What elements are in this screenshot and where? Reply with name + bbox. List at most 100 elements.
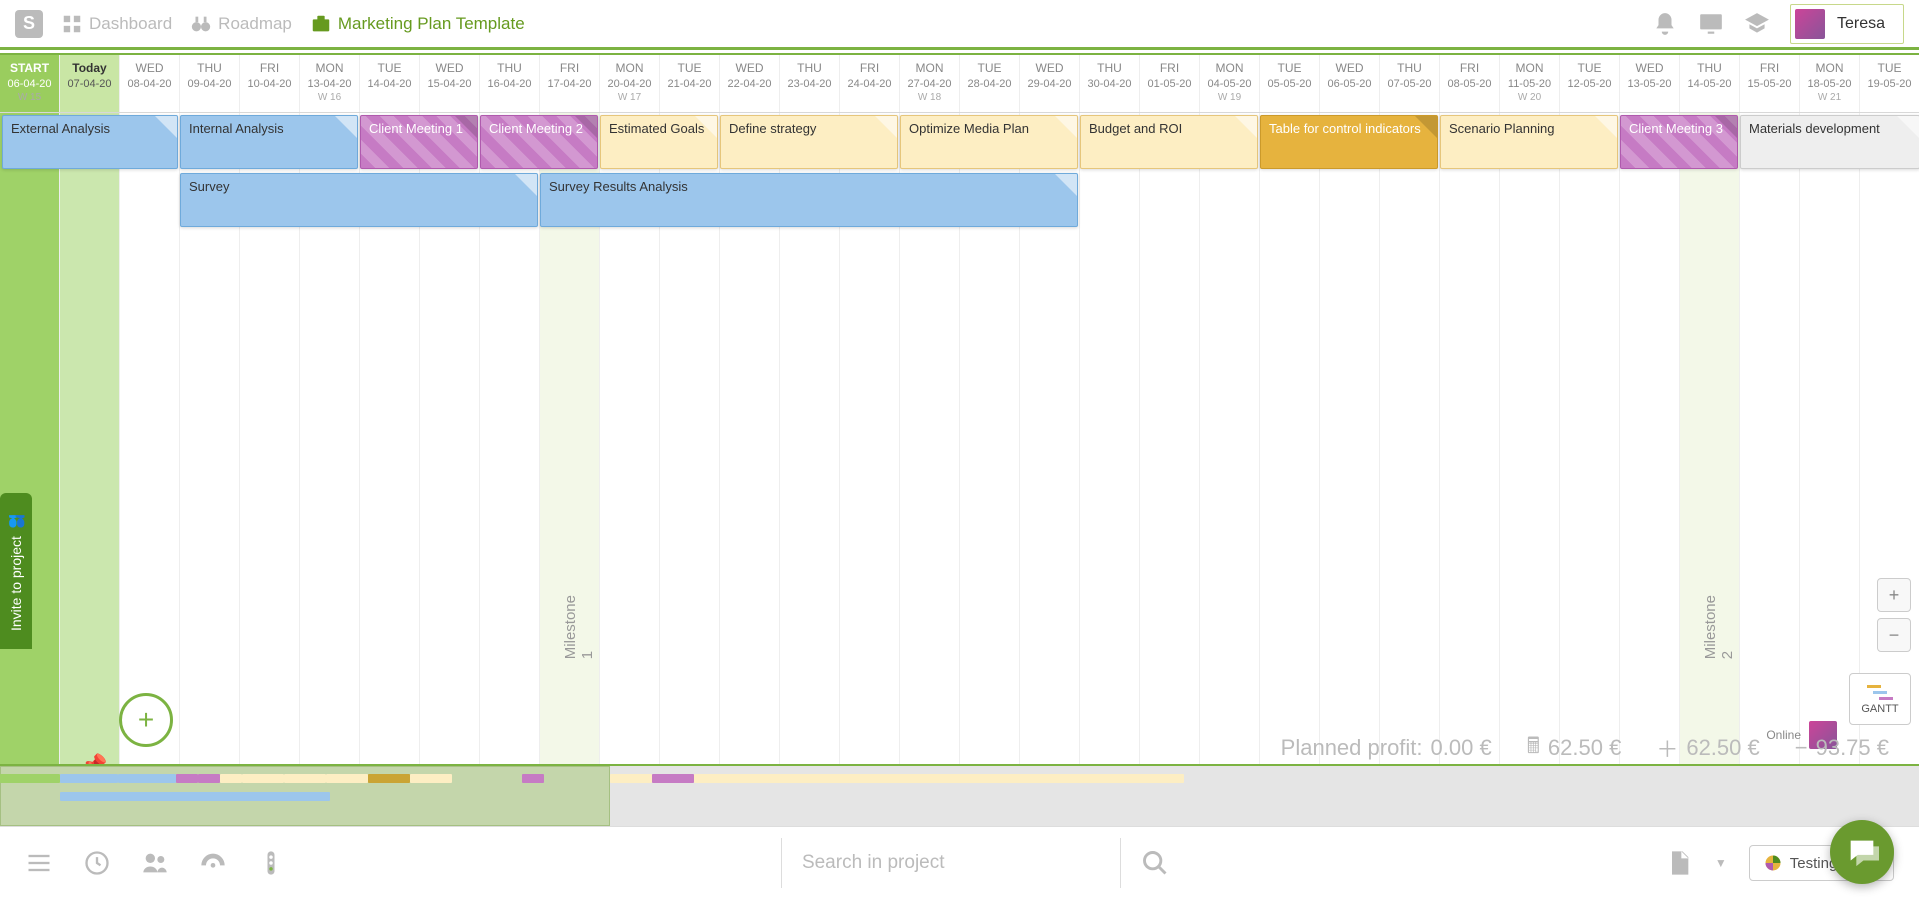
date-column-head[interactable]: Today07-04-20 xyxy=(60,55,120,112)
overview-segment xyxy=(694,774,1184,783)
date-column-head[interactable]: FRI01-05-20 xyxy=(1140,55,1200,112)
list-icon[interactable] xyxy=(25,849,53,877)
date-column-head[interactable]: FRI17-04-20 xyxy=(540,55,600,112)
date-column-head[interactable]: WED15-04-20 xyxy=(420,55,480,112)
date-column-body xyxy=(1500,113,1560,766)
chat-button[interactable] xyxy=(1830,820,1894,884)
invite-to-project-button[interactable]: Invite to project 👥 xyxy=(0,493,32,649)
gantt-view-button[interactable]: GANTT xyxy=(1849,673,1911,725)
bell-icon[interactable] xyxy=(1652,11,1678,37)
search-wrap xyxy=(781,838,1169,888)
search-input[interactable] xyxy=(781,838,1121,888)
date-column-head[interactable]: WED13-05-20 xyxy=(1620,55,1680,112)
people-icon[interactable] xyxy=(141,849,169,877)
document-icon[interactable] xyxy=(1665,849,1693,877)
task-bar[interactable]: Budget and ROI xyxy=(1080,115,1258,169)
date-column-head[interactable]: THU09-04-20 xyxy=(180,55,240,112)
date-column-head[interactable]: WED29-04-20 xyxy=(1020,55,1080,112)
plus-icon: ＋ xyxy=(1656,732,1678,764)
date-column-body xyxy=(1560,113,1620,766)
search-icon[interactable] xyxy=(1141,849,1169,877)
calculator-icon: 🖩 xyxy=(1527,729,1540,767)
date-column-body xyxy=(120,113,180,766)
zoom-in-button[interactable]: + xyxy=(1877,578,1911,612)
date-column-head[interactable]: THU30-04-20 xyxy=(1080,55,1140,112)
task-bar[interactable]: Scenario Planning xyxy=(1440,115,1618,169)
date-column-body xyxy=(0,113,60,766)
plus-profit: ＋ 62.50 € xyxy=(1656,732,1759,764)
user-menu[interactable]: Teresa xyxy=(1790,4,1904,44)
traffic-light-icon[interactable] xyxy=(257,849,285,877)
nav-project[interactable]: Marketing Plan Template xyxy=(310,13,525,35)
briefcase-icon xyxy=(310,13,332,35)
graduation-cap-icon[interactable] xyxy=(1744,11,1770,37)
date-column-head[interactable]: THU16-04-20 xyxy=(480,55,540,112)
date-column-head[interactable]: FRI08-05-20 xyxy=(1440,55,1500,112)
date-column-head[interactable]: WED08-04-20 xyxy=(120,55,180,112)
date-column-head[interactable]: MON18-05-20W 21 xyxy=(1800,55,1860,112)
date-column-head[interactable]: TUE14-04-20 xyxy=(360,55,420,112)
task-bar[interactable]: Client Meeting 2 xyxy=(480,115,598,169)
timeline-overview[interactable] xyxy=(0,766,1919,826)
date-column-head[interactable]: THU14-05-20 xyxy=(1680,55,1740,112)
date-column-head[interactable]: TUE21-04-20 xyxy=(660,55,720,112)
task-bar[interactable]: Survey xyxy=(180,173,538,227)
zoom-out-button[interactable]: − xyxy=(1877,618,1911,652)
nav-dashboard-label: Dashboard xyxy=(89,14,172,34)
overview-segment xyxy=(284,774,326,783)
task-bar[interactable]: Survey Results Analysis xyxy=(540,173,1078,227)
gauge-icon[interactable] xyxy=(199,849,227,877)
date-column-head[interactable]: MON13-04-20W 16 xyxy=(300,55,360,112)
date-column-head[interactable]: TUE12-05-20 xyxy=(1560,55,1620,112)
task-bar[interactable]: Materials development xyxy=(1740,115,1919,169)
overview-segment xyxy=(368,774,410,783)
date-column-head[interactable]: MON20-04-20W 17 xyxy=(600,55,660,112)
chevron-down-icon[interactable]: ▼ xyxy=(1715,856,1727,870)
overview-segment xyxy=(610,774,652,783)
task-bar[interactable]: Table for control indicators xyxy=(1260,115,1438,169)
task-bar[interactable]: Internal Analysis xyxy=(180,115,358,169)
nav-roadmap[interactable]: Roadmap xyxy=(190,13,292,35)
top-navbar: S Dashboard Roadmap Marketing Plan Templ… xyxy=(0,0,1919,50)
zoom-controls: + − xyxy=(1877,578,1911,652)
task-bar[interactable]: Define strategy xyxy=(720,115,898,169)
date-column-head[interactable]: MON27-04-20W 18 xyxy=(900,55,960,112)
nav-roadmap-label: Roadmap xyxy=(218,14,292,34)
overview-segment xyxy=(60,792,330,801)
plus-profit-value: 62.50 € xyxy=(1686,735,1759,761)
binoculars-icon xyxy=(190,13,212,35)
task-bar[interactable]: Optimize Media Plan xyxy=(900,115,1078,169)
date-column-body xyxy=(60,113,120,766)
monitor-icon[interactable] xyxy=(1698,11,1724,37)
overview-segment xyxy=(118,774,176,783)
task-bar[interactable]: External Analysis xyxy=(2,115,178,169)
milestone-label: Milestone 1 xyxy=(562,595,596,659)
date-column-head[interactable]: FRI15-05-20 xyxy=(1740,55,1800,112)
bottom-toolbar: ▼ Testing mode xyxy=(0,826,1919,899)
date-column-head[interactable]: WED22-04-20 xyxy=(720,55,780,112)
date-column-head[interactable]: FRI10-04-20 xyxy=(240,55,300,112)
date-column-head[interactable]: MON11-05-20W 20 xyxy=(1500,55,1560,112)
app-logo-icon[interactable]: S xyxy=(15,10,43,38)
task-bar[interactable]: Client Meeting 1 xyxy=(360,115,478,169)
date-column-body xyxy=(1140,113,1200,766)
gantt-label: GANTT xyxy=(1861,703,1898,715)
profit-summary-bar: Planned profit: 0.00 € 🖩 62.50 € ＋ 62.50… xyxy=(0,731,1919,766)
date-column-head[interactable]: START06-04-20W 15 xyxy=(0,55,60,112)
timeline-area: START06-04-20W 15Today07-04-20WED08-04-2… xyxy=(0,53,1919,766)
date-column-body xyxy=(1680,113,1740,766)
clock-icon[interactable] xyxy=(83,849,111,877)
date-column-head[interactable]: FRI24-04-20 xyxy=(840,55,900,112)
nav-dashboard[interactable]: Dashboard xyxy=(61,13,172,35)
date-column-head[interactable]: THU07-05-20 xyxy=(1380,55,1440,112)
date-column-head[interactable]: MON04-05-20W 19 xyxy=(1200,55,1260,112)
milestone-label: Milestone 2 xyxy=(1702,595,1736,659)
date-column-head[interactable]: THU23-04-20 xyxy=(780,55,840,112)
date-column-body xyxy=(1440,113,1500,766)
date-column-head[interactable]: TUE05-05-20 xyxy=(1260,55,1320,112)
date-column-head[interactable]: TUE28-04-20 xyxy=(960,55,1020,112)
date-column-head[interactable]: WED06-05-20 xyxy=(1320,55,1380,112)
date-column-head[interactable]: TUE19-05-20 xyxy=(1860,55,1919,112)
task-bar[interactable]: Estimated Goals xyxy=(600,115,718,169)
task-bar[interactable]: Client Meeting 3 xyxy=(1620,115,1738,169)
